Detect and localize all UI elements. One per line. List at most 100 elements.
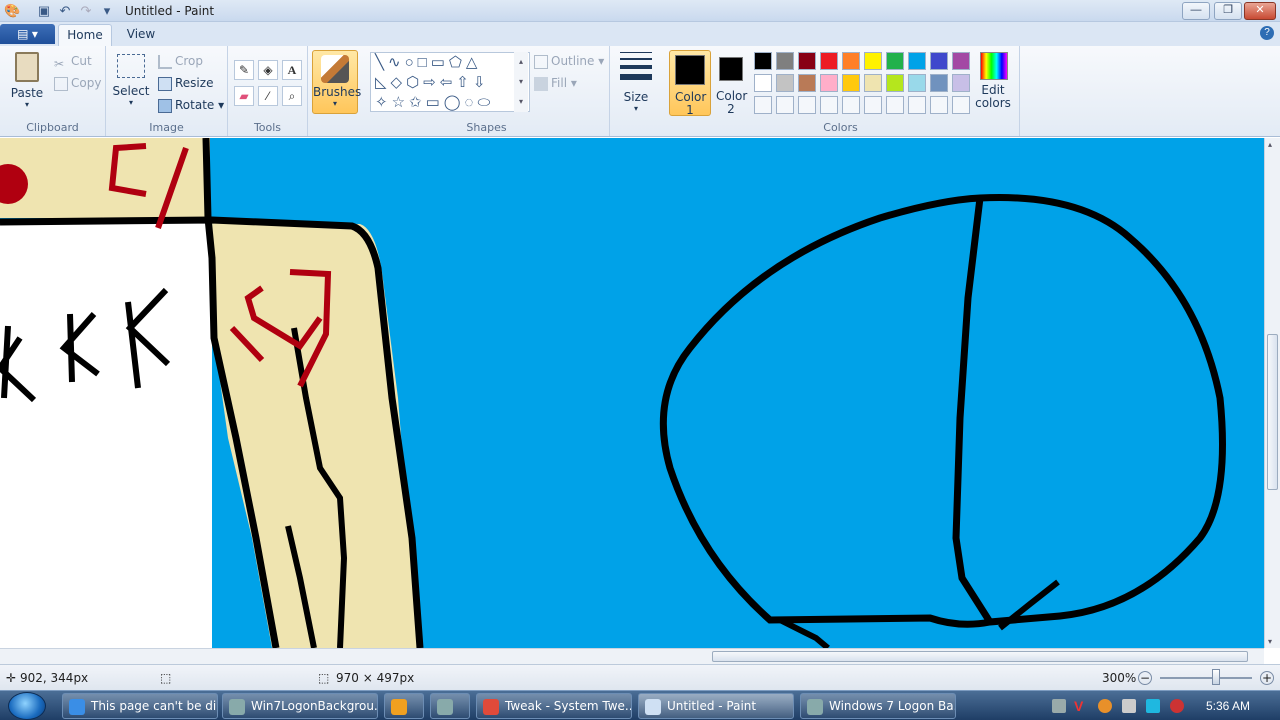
palette-swatch-empty[interactable] bbox=[798, 96, 816, 114]
palette-swatch[interactable] bbox=[886, 74, 904, 92]
save-icon[interactable]: ▣ bbox=[36, 3, 52, 19]
clipboard-label: Clipboard bbox=[26, 121, 79, 134]
taskbar-item[interactable]: Win7LogonBackgrou... bbox=[222, 693, 378, 719]
paste-button[interactable]: Paste ▾ bbox=[8, 52, 46, 109]
start-button[interactable] bbox=[8, 692, 46, 720]
shapes-gallery[interactable]: ╲∿○□▭⬠△ ◺◇⬡⇨⇦⇧⇩ ✧☆✩▭◯◌⬭ bbox=[370, 52, 530, 112]
color1-button[interactable]: Color 1 bbox=[669, 50, 711, 117]
zoom-in-button[interactable]: + bbox=[1260, 671, 1274, 685]
palette-swatch[interactable] bbox=[754, 52, 772, 70]
crop-icon bbox=[158, 54, 172, 69]
scroll-down-icon[interactable]: ▾ bbox=[1268, 637, 1272, 646]
palette-swatch[interactable] bbox=[842, 74, 860, 92]
palette-swatch[interactable] bbox=[776, 74, 794, 92]
app-icon bbox=[437, 699, 453, 715]
palette-swatch-empty[interactable] bbox=[930, 96, 948, 114]
tab-view[interactable]: View bbox=[118, 24, 164, 46]
resize-icon bbox=[158, 76, 172, 91]
resize-button[interactable]: Resize bbox=[158, 74, 213, 92]
maximize-button[interactable]: ❐ bbox=[1214, 2, 1242, 20]
palette-swatch[interactable] bbox=[930, 74, 948, 92]
chrome-icon bbox=[483, 699, 499, 715]
copy-button[interactable]: Copy bbox=[54, 74, 101, 92]
antivirus-tray-icon[interactable]: V bbox=[1074, 699, 1088, 713]
palette-swatch[interactable] bbox=[864, 52, 882, 70]
palette-swatch-empty[interactable] bbox=[908, 96, 926, 114]
zoom-out-button[interactable]: − bbox=[1138, 671, 1152, 685]
fill-button[interactable]: Fill ▾ bbox=[534, 74, 577, 92]
tray-icon-4[interactable] bbox=[1122, 699, 1136, 713]
cut-button[interactable]: ✂ Cut bbox=[54, 52, 92, 71]
palette-swatch[interactable] bbox=[820, 52, 838, 70]
scroll-up-icon[interactable]: ▴ bbox=[1268, 140, 1272, 149]
pencil-icon[interactable]: ✎ bbox=[234, 60, 254, 80]
palette-swatch[interactable] bbox=[798, 74, 816, 92]
palette-swatch[interactable] bbox=[820, 74, 838, 92]
palette-swatch[interactable] bbox=[864, 74, 882, 92]
shapes-label: Shapes bbox=[466, 121, 507, 134]
horizontal-scroll-thumb[interactable] bbox=[712, 651, 1248, 662]
zoom-slider-thumb[interactable] bbox=[1212, 669, 1220, 685]
magnifier-icon[interactable]: ⌕ bbox=[282, 86, 302, 106]
drawing-canvas[interactable] bbox=[0, 138, 1264, 648]
brushes-button[interactable]: Brushes ▾ bbox=[312, 50, 361, 114]
tray-icon-5[interactable] bbox=[1146, 699, 1160, 713]
palette-swatch[interactable] bbox=[886, 52, 904, 70]
palette-swatch[interactable] bbox=[908, 74, 926, 92]
palette-swatch[interactable] bbox=[754, 74, 772, 92]
app-icon bbox=[229, 699, 245, 715]
crop-button[interactable]: Crop bbox=[158, 52, 203, 70]
palette-swatch-empty[interactable] bbox=[776, 96, 794, 114]
rotate-button[interactable]: Rotate ▾ bbox=[158, 96, 224, 114]
outline-button[interactable]: Outline ▾ bbox=[534, 52, 604, 70]
colors-group: Color 1 Color 2 Edit colors Colors bbox=[662, 46, 1020, 136]
palette-swatch-empty[interactable] bbox=[754, 96, 772, 114]
edit-colors-button[interactable]: Edit colors bbox=[974, 52, 1014, 110]
tray-icon-1[interactable] bbox=[1052, 699, 1066, 713]
palette-swatch[interactable] bbox=[842, 52, 860, 70]
paint-menu-button[interactable]: ▤ ▾ bbox=[0, 24, 55, 44]
paint-app-icon[interactable]: 🎨 bbox=[4, 3, 20, 19]
palette-swatch[interactable] bbox=[908, 52, 926, 70]
color-picker-icon[interactable]: ⁄ bbox=[258, 86, 278, 106]
status-bar: ✛ 902, 344px ⬚ ⬚ 970 × 497px 300% − + bbox=[0, 664, 1280, 690]
ribbon: Paste ▾ ✂ Cut Copy Clipboard Select ▾ Crop … bbox=[0, 46, 1280, 137]
vertical-scroll-thumb[interactable] bbox=[1267, 334, 1278, 490]
palette-swatch-empty[interactable] bbox=[842, 96, 860, 114]
palette-swatch[interactable] bbox=[930, 52, 948, 70]
palette-swatch[interactable] bbox=[798, 52, 816, 70]
color2-button[interactable]: Color 2 bbox=[715, 50, 747, 116]
taskbar-item[interactable]: This page can't be di... bbox=[62, 693, 218, 719]
palette-swatch-empty[interactable] bbox=[886, 96, 904, 114]
close-button[interactable]: ✕ bbox=[1244, 2, 1276, 20]
palette-swatch[interactable] bbox=[952, 74, 970, 92]
palette-swatch-empty[interactable] bbox=[952, 96, 970, 114]
taskbar-item[interactable] bbox=[430, 693, 470, 719]
taskbar-item[interactable]: Untitled - Paint bbox=[638, 693, 794, 719]
tray-icon-3[interactable] bbox=[1098, 699, 1112, 713]
clock[interactable]: 5:36 AM bbox=[1206, 699, 1250, 713]
fill-bucket-icon[interactable]: ◈ bbox=[258, 60, 278, 80]
minimize-button[interactable]: — bbox=[1182, 2, 1210, 20]
taskbar-item[interactable]: Windows 7 Logon Ba... bbox=[800, 693, 956, 719]
taskbar-item[interactable]: Tweak - System Twe... bbox=[476, 693, 632, 719]
horizontal-scrollbar[interactable] bbox=[0, 648, 1264, 664]
customize-quick-access-icon[interactable]: ▾ bbox=[99, 3, 115, 19]
palette-swatch[interactable] bbox=[952, 52, 970, 70]
undo-icon[interactable]: ↶ bbox=[57, 3, 73, 19]
redo-icon[interactable]: ↷ bbox=[78, 3, 94, 19]
palette-swatch[interactable] bbox=[776, 52, 794, 70]
tools-group: ✎ ◈ A ▰ ⁄ ⌕ Tools bbox=[228, 46, 308, 136]
tray-icon-6[interactable] bbox=[1170, 699, 1184, 713]
taskbar-item[interactable] bbox=[384, 693, 424, 719]
tab-home[interactable]: Home bbox=[58, 24, 112, 46]
palette-swatch-empty[interactable] bbox=[820, 96, 838, 114]
help-icon[interactable]: ? bbox=[1260, 26, 1274, 40]
select-button[interactable]: Select ▾ bbox=[112, 54, 150, 107]
vertical-scrollbar[interactable]: ▴ ▾ bbox=[1264, 138, 1280, 648]
size-button[interactable]: Size ▾ bbox=[618, 52, 654, 113]
palette-swatch-empty[interactable] bbox=[864, 96, 882, 114]
text-tool-icon[interactable]: A bbox=[282, 60, 302, 80]
shapes-scroll[interactable]: ▴ ▾ ▾ bbox=[514, 52, 528, 112]
eraser-icon[interactable]: ▰ bbox=[234, 86, 254, 106]
